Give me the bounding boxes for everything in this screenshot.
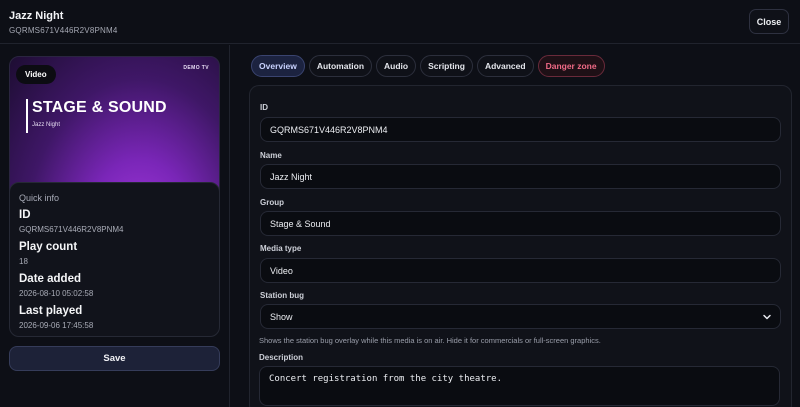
group-label: Group bbox=[260, 198, 284, 207]
thumbnail-title: STAGE & SOUND bbox=[32, 99, 167, 116]
tab-advanced[interactable]: Advanced bbox=[476, 55, 534, 77]
description-textarea[interactable]: Concert registration from the city theat… bbox=[259, 366, 780, 406]
main-panel: Overview Automation Audio Scripting Adva… bbox=[231, 45, 800, 407]
close-button[interactable]: Close bbox=[749, 9, 789, 34]
station-bug-select[interactable]: Show bbox=[260, 304, 781, 329]
save-button[interactable]: Save bbox=[9, 346, 220, 371]
description-label: Description bbox=[259, 353, 304, 362]
tab-bar: Overview Automation Audio Scripting Adva… bbox=[251, 55, 605, 77]
quick-info-date-added-label: Date added bbox=[19, 273, 81, 285]
quick-info-id-label: ID bbox=[19, 209, 31, 221]
quick-info-id-value: GQRMS671V446R2V8PNM4 bbox=[19, 225, 124, 234]
media-type-badge: Video bbox=[16, 65, 56, 84]
group-field[interactable]: Stage & Sound bbox=[260, 211, 781, 236]
tab-scripting[interactable]: Scripting bbox=[420, 55, 473, 77]
quick-info-panel: Quick info ID GQRMS671V446R2V8PNM4 Play … bbox=[9, 182, 220, 337]
left-panel: Video DEMO TV STAGE & SOUND Jazz Night Q… bbox=[0, 45, 230, 407]
station-bug-selected-value: Show bbox=[270, 311, 293, 322]
quick-info-play-count-label: Play count bbox=[19, 241, 78, 253]
thumbnail-subtitle: Jazz Night bbox=[32, 122, 61, 128]
channel-logo: DEMO TV bbox=[183, 65, 209, 71]
chevron-down-icon bbox=[763, 314, 771, 320]
id-label: ID bbox=[260, 103, 268, 112]
station-bug-label: Station bug bbox=[260, 291, 304, 300]
media-type-label: Media type bbox=[260, 244, 302, 253]
quick-info-last-played-label: Last played bbox=[19, 305, 83, 317]
thumbnail-accent-bar bbox=[26, 99, 28, 133]
media-id-subtitle: GQRMS671V446R2V8PNM4 bbox=[9, 26, 118, 35]
name-label: Name bbox=[260, 151, 282, 160]
quick-info-play-count-value: 18 bbox=[19, 257, 28, 266]
page-title: Jazz Night bbox=[9, 10, 64, 22]
id-field[interactable]: GQRMS671V446R2V8PNM4 bbox=[260, 117, 781, 142]
quick-info-last-played-value: 2026-09-06 17:45:58 bbox=[19, 321, 94, 330]
dialog-header: Jazz Night GQRMS671V446R2V8PNM4 Close bbox=[0, 0, 800, 44]
overview-form: ID GQRMS671V446R2V8PNM4 Name Jazz Night … bbox=[249, 85, 792, 407]
tab-audio[interactable]: Audio bbox=[376, 55, 417, 77]
quick-info-date-added-value: 2026-08-10 05:02:58 bbox=[19, 289, 94, 298]
quick-info-heading: Quick info bbox=[19, 193, 60, 203]
tab-danger-zone[interactable]: Danger zone bbox=[537, 55, 605, 77]
name-field[interactable]: Jazz Night bbox=[260, 164, 781, 189]
tab-overview[interactable]: Overview bbox=[251, 55, 305, 77]
tab-automation[interactable]: Automation bbox=[308, 55, 373, 77]
media-type-field[interactable]: Video bbox=[260, 258, 781, 283]
station-bug-hint: Shows the station bug overlay while this… bbox=[259, 336, 601, 345]
